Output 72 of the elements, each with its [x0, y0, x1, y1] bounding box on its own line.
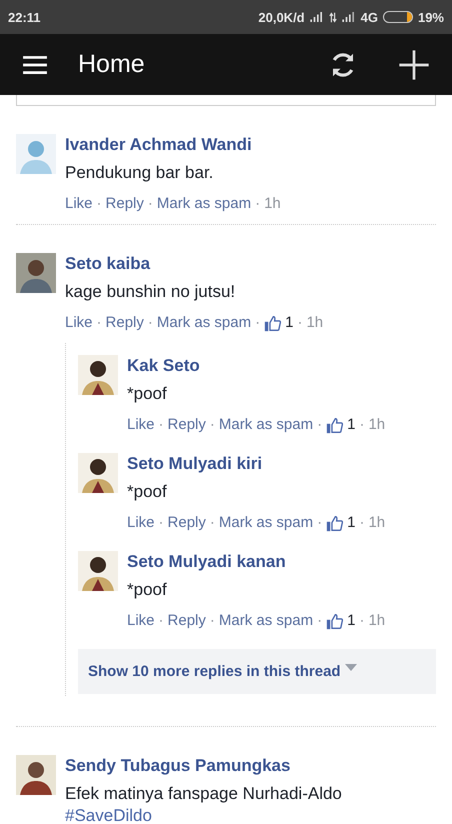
signal-icon — [310, 12, 324, 22]
battery-text: 19% — [418, 10, 444, 24]
action-link[interactable]: Reply — [168, 513, 206, 533]
more-replies-button[interactable]: Show 10 more replies in this thread — [78, 649, 436, 694]
comment-text: kage bunshin no jutsu! — [65, 281, 236, 303]
network-speed-text: 20,0K/d — [258, 10, 305, 24]
comment-text: Pendukung bar bar. — [65, 162, 214, 184]
separator-dot: · — [359, 611, 364, 631]
separator-dot: · — [317, 611, 322, 631]
separator-dot: · — [148, 313, 153, 333]
action-link[interactable]: Reply — [168, 415, 206, 435]
battery-icon — [382, 11, 413, 23]
time-text: 1h — [368, 611, 386, 631]
author-link[interactable]: Sendy Tubagus Pamungkas — [65, 755, 342, 777]
separator-dot: · — [255, 313, 260, 333]
time-text: 1h — [264, 194, 281, 214]
action-link[interactable]: Mark as spam — [156, 194, 252, 214]
comment-text: *poof — [127, 579, 168, 601]
separator-dot: · — [210, 611, 215, 631]
author-link[interactable]: Seto kaiba — [65, 253, 324, 275]
comment-text: *poof — [127, 481, 168, 503]
hashtag-link[interactable]: #SaveDildo — [65, 805, 342, 824]
action-link[interactable]: Mark as spam — [218, 513, 314, 533]
data-transfer-icon — [328, 12, 337, 22]
separator-dot: · — [158, 513, 164, 533]
action-link[interactable]: Reply — [106, 194, 144, 214]
separator-dot: · — [255, 194, 260, 214]
separator-dot: · — [210, 513, 215, 533]
action-link[interactable]: Reply — [106, 313, 144, 333]
action-link[interactable]: Like — [127, 611, 155, 631]
separator-dot: · — [317, 513, 322, 533]
action-link[interactable]: Reply — [168, 611, 206, 631]
separator-dot: · — [158, 611, 164, 631]
author-link[interactable]: Seto Mulyadi kiri — [127, 453, 386, 475]
author-link[interactable]: Kak Seto — [127, 355, 386, 377]
like-count: 1 — [285, 313, 294, 333]
separator-dot: · — [210, 415, 215, 435]
action-link[interactable]: Like — [127, 415, 155, 435]
action-link[interactable]: Like — [65, 194, 93, 214]
author-link[interactable]: Ivander Achmad Wandi — [65, 134, 281, 156]
separator-dot: · — [317, 415, 322, 435]
page-title: Home — [78, 50, 146, 79]
network-type-text: 4G — [360, 10, 378, 24]
time-text: 1h — [368, 513, 386, 533]
separator-dot: · — [297, 313, 302, 333]
thumbs-up-icon — [326, 514, 344, 532]
time-text: 1h — [368, 415, 386, 435]
separator-dot: · — [158, 415, 164, 435]
separator-dot: · — [359, 415, 364, 435]
like-count: 1 — [347, 415, 356, 435]
action-link[interactable]: Mark as spam — [218, 611, 314, 631]
like-count: 1 — [347, 611, 356, 631]
action-link[interactable]: Mark as spam — [156, 313, 252, 333]
author-link[interactable]: Seto Mulyadi kanan — [127, 551, 386, 573]
thumbs-up-icon — [326, 612, 344, 630]
comment-text: Efek matinya fanspage Nurhadi-Aldo — [65, 783, 342, 805]
separator-dot: · — [359, 513, 364, 533]
separator-dot: · — [148, 194, 153, 214]
thumbs-up-icon — [326, 416, 344, 434]
caret-icon — [344, 664, 357, 672]
action-link[interactable]: Like — [65, 313, 93, 333]
thumbs-up-icon — [264, 314, 282, 332]
action-link[interactable]: Mark as spam — [218, 415, 314, 435]
like-count: 1 — [347, 513, 356, 533]
action-link[interactable]: Like — [127, 513, 155, 533]
add-icon[interactable] — [398, 48, 430, 80]
signal-icon — [342, 12, 356, 22]
clock-text: 22:11 — [8, 10, 41, 24]
time-text: 1h — [306, 313, 324, 333]
separator-dot: · — [96, 313, 102, 333]
separator-dot: · — [96, 194, 102, 214]
comment-text: *poof — [127, 383, 168, 405]
